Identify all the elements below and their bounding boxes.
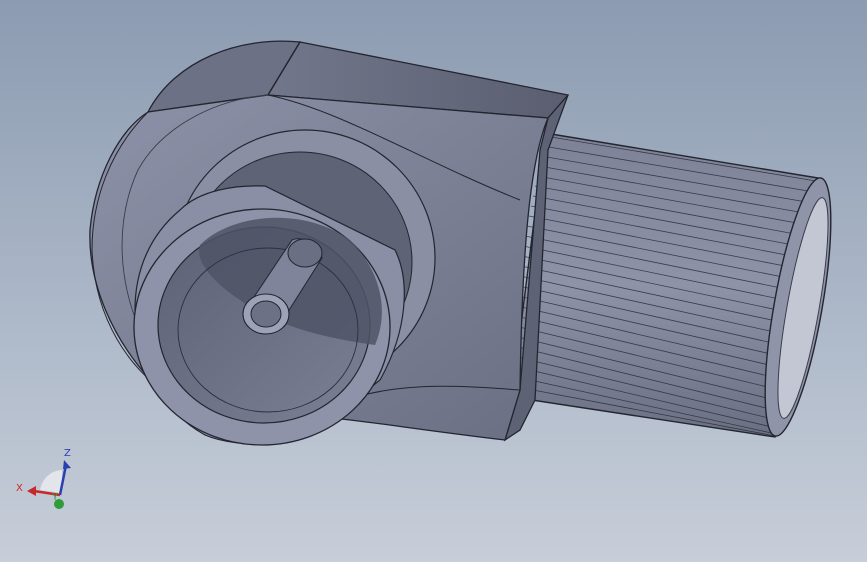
z-axis-arrowhead-icon [63,460,71,469]
reference-triad-icon: Z X Y [16,448,71,509]
graphics-viewport[interactable]: Z X Y [0,0,867,562]
triad-plane-icon [40,470,62,493]
z-axis-label: Z [64,448,71,459]
y-axis-label: Y [51,492,59,503]
x-axis-arrowhead-icon [27,486,36,496]
x-axis-label: X [16,483,23,494]
